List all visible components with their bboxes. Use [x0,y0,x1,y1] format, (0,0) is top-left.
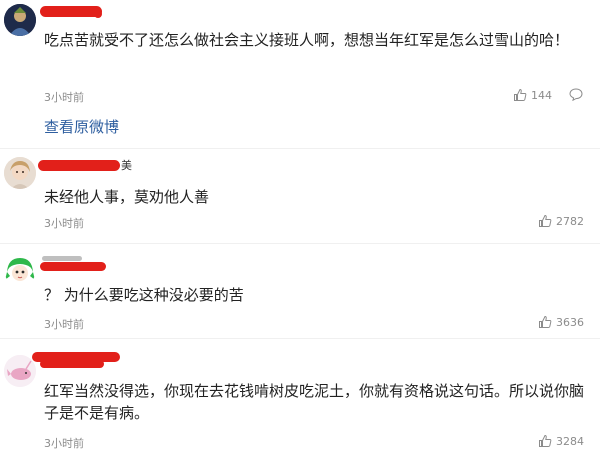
comment-card: ？ 为什么要吃这种没必要的苦 3小时前 3636 [0,244,600,339]
comment-card: 美 未经他人事，莫劝他人善 3小时前 2782 [0,149,600,244]
avatar[interactable] [4,355,36,387]
redacted-username [38,160,120,171]
redacted-username-shadow [42,256,82,261]
like-button[interactable]: 3284 [538,433,584,449]
timestamp: 3小时前 [44,217,84,230]
comment-text: 未经他人事，莫劝他人善 [44,188,210,206]
timestamp: 3小时前 [44,437,84,450]
redacted-username [40,262,106,271]
view-original-weibo-link[interactable]: 查看原微博 [44,116,119,137]
thumbs-up-icon [514,88,527,101]
timestamp: 3小时前 [44,91,84,104]
comment-text: 红军当然没得选，你现在去花钱啃树皮吃泥土，你就有资格说这句话。所以说你脑子是不是… [44,382,585,422]
speech-bubble-icon [569,88,583,101]
avatar[interactable] [4,254,36,286]
like-button[interactable]: 3636 [538,314,584,330]
thumbs-up-icon [539,214,552,227]
like-count: 144 [531,88,552,102]
avatar[interactable] [4,157,36,189]
avatar[interactable] [4,4,36,36]
like-button[interactable]: 2782 [538,213,584,229]
like-count: 3636 [556,315,584,329]
comment-text: 吃点苦就受不了还怎么做社会主义接班人啊，想想当年红军是怎么过雪山的哈！ [44,31,570,49]
thumbs-up-icon [539,315,552,328]
timestamp: 3小时前 [44,318,84,331]
reply-button[interactable] [569,88,583,101]
like-count: 3284 [556,434,584,448]
redacted-username-second-line [40,360,104,368]
comment-card: 红军当然没得选，你现在去花钱啃树皮吃泥土，你就有资格说这句话。所以说你脑子是不是… [0,339,600,462]
comment-text: ？ 为什么要吃这种没必要的苦 [44,286,244,304]
thumbs-up-icon [539,434,552,447]
redacted-username-tail [94,10,102,18]
comment-card: 吃点苦就受不了还怎么做社会主义接班人啊，想想当年红军是怎么过雪山的哈！ 3小时前… [0,0,600,149]
like-count: 2782 [556,214,584,228]
comment-feed: 吃点苦就受不了还怎么做社会主义接班人啊，想想当年红军是怎么过雪山的哈！ 3小时前… [0,0,600,462]
redacted-username [40,6,102,17]
username-fragment: 美 [121,159,132,172]
like-button[interactable]: 144 [513,87,552,103]
